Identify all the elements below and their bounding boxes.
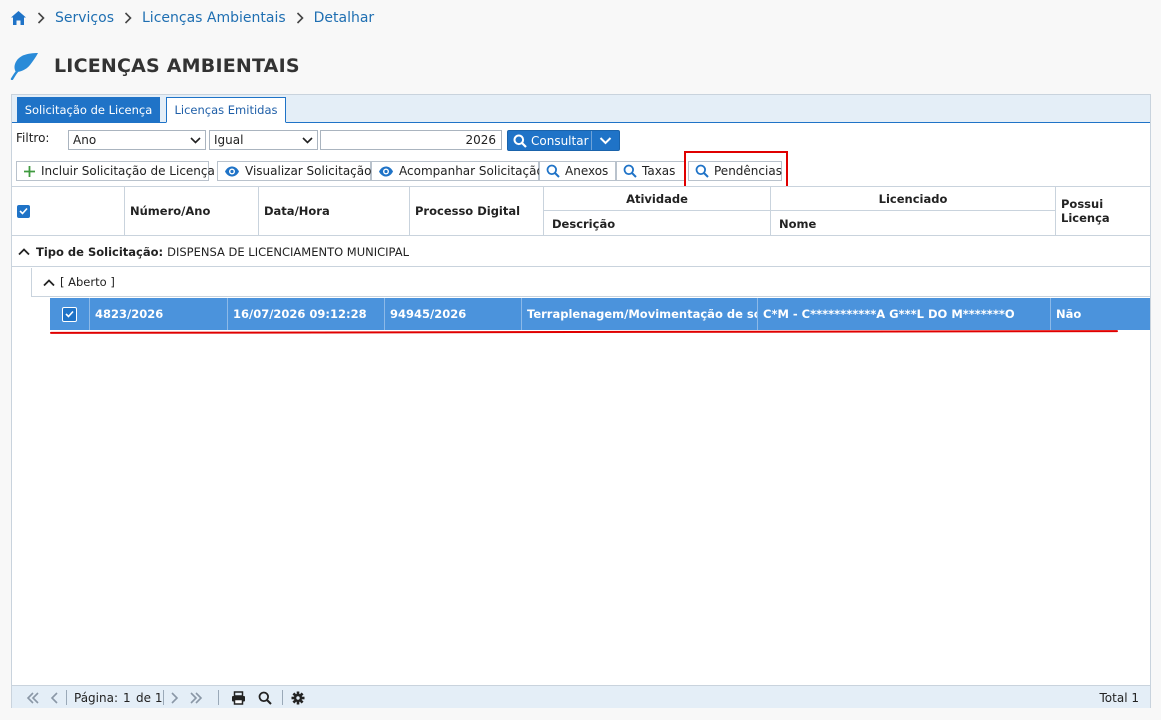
- total-count: Total 1: [1099, 690, 1139, 705]
- header-nome[interactable]: Nome: [771, 212, 1055, 236]
- print-icon[interactable]: [231, 686, 246, 709]
- group-label: Tipo de Solicitação:: [36, 244, 164, 259]
- taxas-label: Taxas: [642, 164, 676, 178]
- cell-data-hora: 16/07/2026 09:12:28: [228, 298, 385, 330]
- select-all-checkbox[interactable]: [17, 204, 30, 218]
- header-licenciado: Licenciado: [771, 187, 1055, 211]
- current-page-field[interactable]: 1: [123, 686, 131, 709]
- cell-descricao: Terraplenagem/Movimentação de solo (s...: [522, 298, 758, 330]
- divider: [163, 690, 164, 705]
- visualizar-label: Visualizar Solicitação: [245, 164, 372, 178]
- chevron-down-icon: [599, 136, 612, 146]
- grid-header: Número/Ano Data/Hora Processo Digital At…: [12, 186, 1150, 236]
- consultar-dropdown-toggle[interactable]: [592, 131, 619, 150]
- gear-icon[interactable]: [291, 686, 305, 709]
- table-row[interactable]: 4823/2026 16/07/2026 09:12:28 94945/2026…: [50, 298, 1150, 330]
- eye-icon: [224, 165, 240, 178]
- breadcrumb-item-servicos[interactable]: Serviços: [55, 10, 114, 26]
- anexos-button[interactable]: Anexos: [539, 161, 616, 181]
- chevron-down-icon: [302, 134, 313, 149]
- group-value: DISPENSA DE LICENCIAMENTO MUNICIPAL: [167, 244, 410, 259]
- visualizar-solicitacao-button[interactable]: Visualizar Solicitação: [217, 161, 371, 181]
- row-checkbox[interactable]: [62, 306, 77, 322]
- search-icon: [546, 164, 560, 178]
- divider: [218, 690, 219, 705]
- page-title: LICENÇAS AMBIENTAIS: [54, 55, 300, 77]
- cell-numero-ano: 4823/2026: [90, 298, 228, 330]
- filter-label: Filtro:: [16, 131, 50, 145]
- consultar-main[interactable]: Consultar: [508, 131, 592, 150]
- chevron-up-icon[interactable]: [18, 247, 30, 256]
- filter-operator-select[interactable]: Igual: [209, 130, 318, 150]
- chevron-right-icon: [124, 12, 132, 24]
- total-pages-label: de 1: [136, 690, 163, 705]
- tab-solicitacao-licenca[interactable]: Solicitação de Licença: [17, 97, 160, 123]
- breadcrumb-item-licencas[interactable]: Licenças Ambientais: [142, 10, 286, 26]
- divider: [66, 690, 67, 705]
- anexos-label: Anexos: [565, 164, 609, 178]
- divider: [282, 690, 283, 705]
- incluir-label: Incluir Solicitação de Licença: [41, 164, 215, 178]
- breadcrumb-item-detalhar[interactable]: Detalhar: [314, 10, 375, 26]
- leaf-icon: [10, 52, 40, 80]
- chevron-right-icon: [37, 12, 45, 24]
- header-numero-ano[interactable]: Número/Ano: [125, 187, 259, 235]
- incluir-solicitacao-button[interactable]: Incluir Solicitação de Licença: [16, 161, 215, 181]
- prev-page-icon[interactable]: [50, 686, 59, 709]
- group-row-status[interactable]: [ Aberto ]: [31, 268, 1150, 297]
- row-select-cell[interactable]: [50, 298, 90, 330]
- chevron-down-icon: [190, 134, 201, 149]
- header-descricao[interactable]: Descrição: [544, 212, 770, 236]
- filter-value-input[interactable]: [320, 130, 502, 150]
- header-data-hora[interactable]: Data/Hora: [259, 187, 410, 235]
- eye-icon: [378, 165, 394, 178]
- group-status-label: [ Aberto ]: [60, 275, 115, 289]
- tab-licencas-emitidas[interactable]: Licenças Emitidas: [166, 97, 286, 123]
- search-icon: [623, 164, 637, 178]
- header-select-all[interactable]: [12, 187, 125, 235]
- acompanhar-label: Acompanhar Solicitação: [399, 164, 544, 178]
- chevron-right-icon: [296, 12, 304, 24]
- tab-bar: Solicitação de Licença Licenças Emitidas: [12, 95, 1150, 123]
- group-row-tipo-solicitacao[interactable]: Tipo de Solicitação: DISPENSA DE LICENCI…: [12, 237, 1150, 267]
- consultar-button[interactable]: Consultar: [507, 130, 620, 151]
- filter-field-select[interactable]: Ano: [68, 130, 206, 150]
- first-page-icon[interactable]: [26, 686, 40, 709]
- header-processo-digital[interactable]: Processo Digital: [410, 187, 544, 235]
- consultar-label: Consultar: [531, 133, 589, 148]
- search-icon: [513, 134, 527, 148]
- chevron-up-icon[interactable]: [43, 278, 55, 287]
- home-icon[interactable]: [10, 10, 27, 26]
- pagina-label: Página:: [74, 690, 119, 705]
- filter-operator-value: Igual: [214, 133, 244, 147]
- breadcrumb: Serviços Licenças Ambientais Detalhar: [10, 8, 374, 28]
- pagination-bar: Página: 1 de 1 Total 1: [12, 685, 1150, 708]
- next-page-icon[interactable]: [170, 686, 179, 709]
- filter-field-value: Ano: [73, 133, 97, 147]
- header-possui-licenca[interactable]: Possui Licença: [1056, 187, 1150, 235]
- search-icon[interactable]: [258, 686, 272, 709]
- page-header: LICENÇAS AMBIENTAIS: [10, 50, 300, 82]
- header-atividade-group: Atividade Descrição: [544, 187, 771, 235]
- header-atividade: Atividade: [544, 187, 770, 211]
- cell-nome: C*M - C***********A G***L DO M*******O: [758, 298, 1051, 330]
- taxas-button[interactable]: Taxas: [616, 161, 685, 181]
- pendencias-highlight-box: [684, 151, 788, 189]
- acompanhar-solicitacao-button[interactable]: Acompanhar Solicitação: [371, 161, 544, 181]
- cell-possui-licenca: Não: [1056, 307, 1082, 321]
- header-licenciado-group: Licenciado Nome: [771, 187, 1056, 235]
- last-page-icon[interactable]: [189, 686, 203, 709]
- cell-processo-digital: 94945/2026: [385, 298, 522, 330]
- plus-icon: [23, 165, 36, 178]
